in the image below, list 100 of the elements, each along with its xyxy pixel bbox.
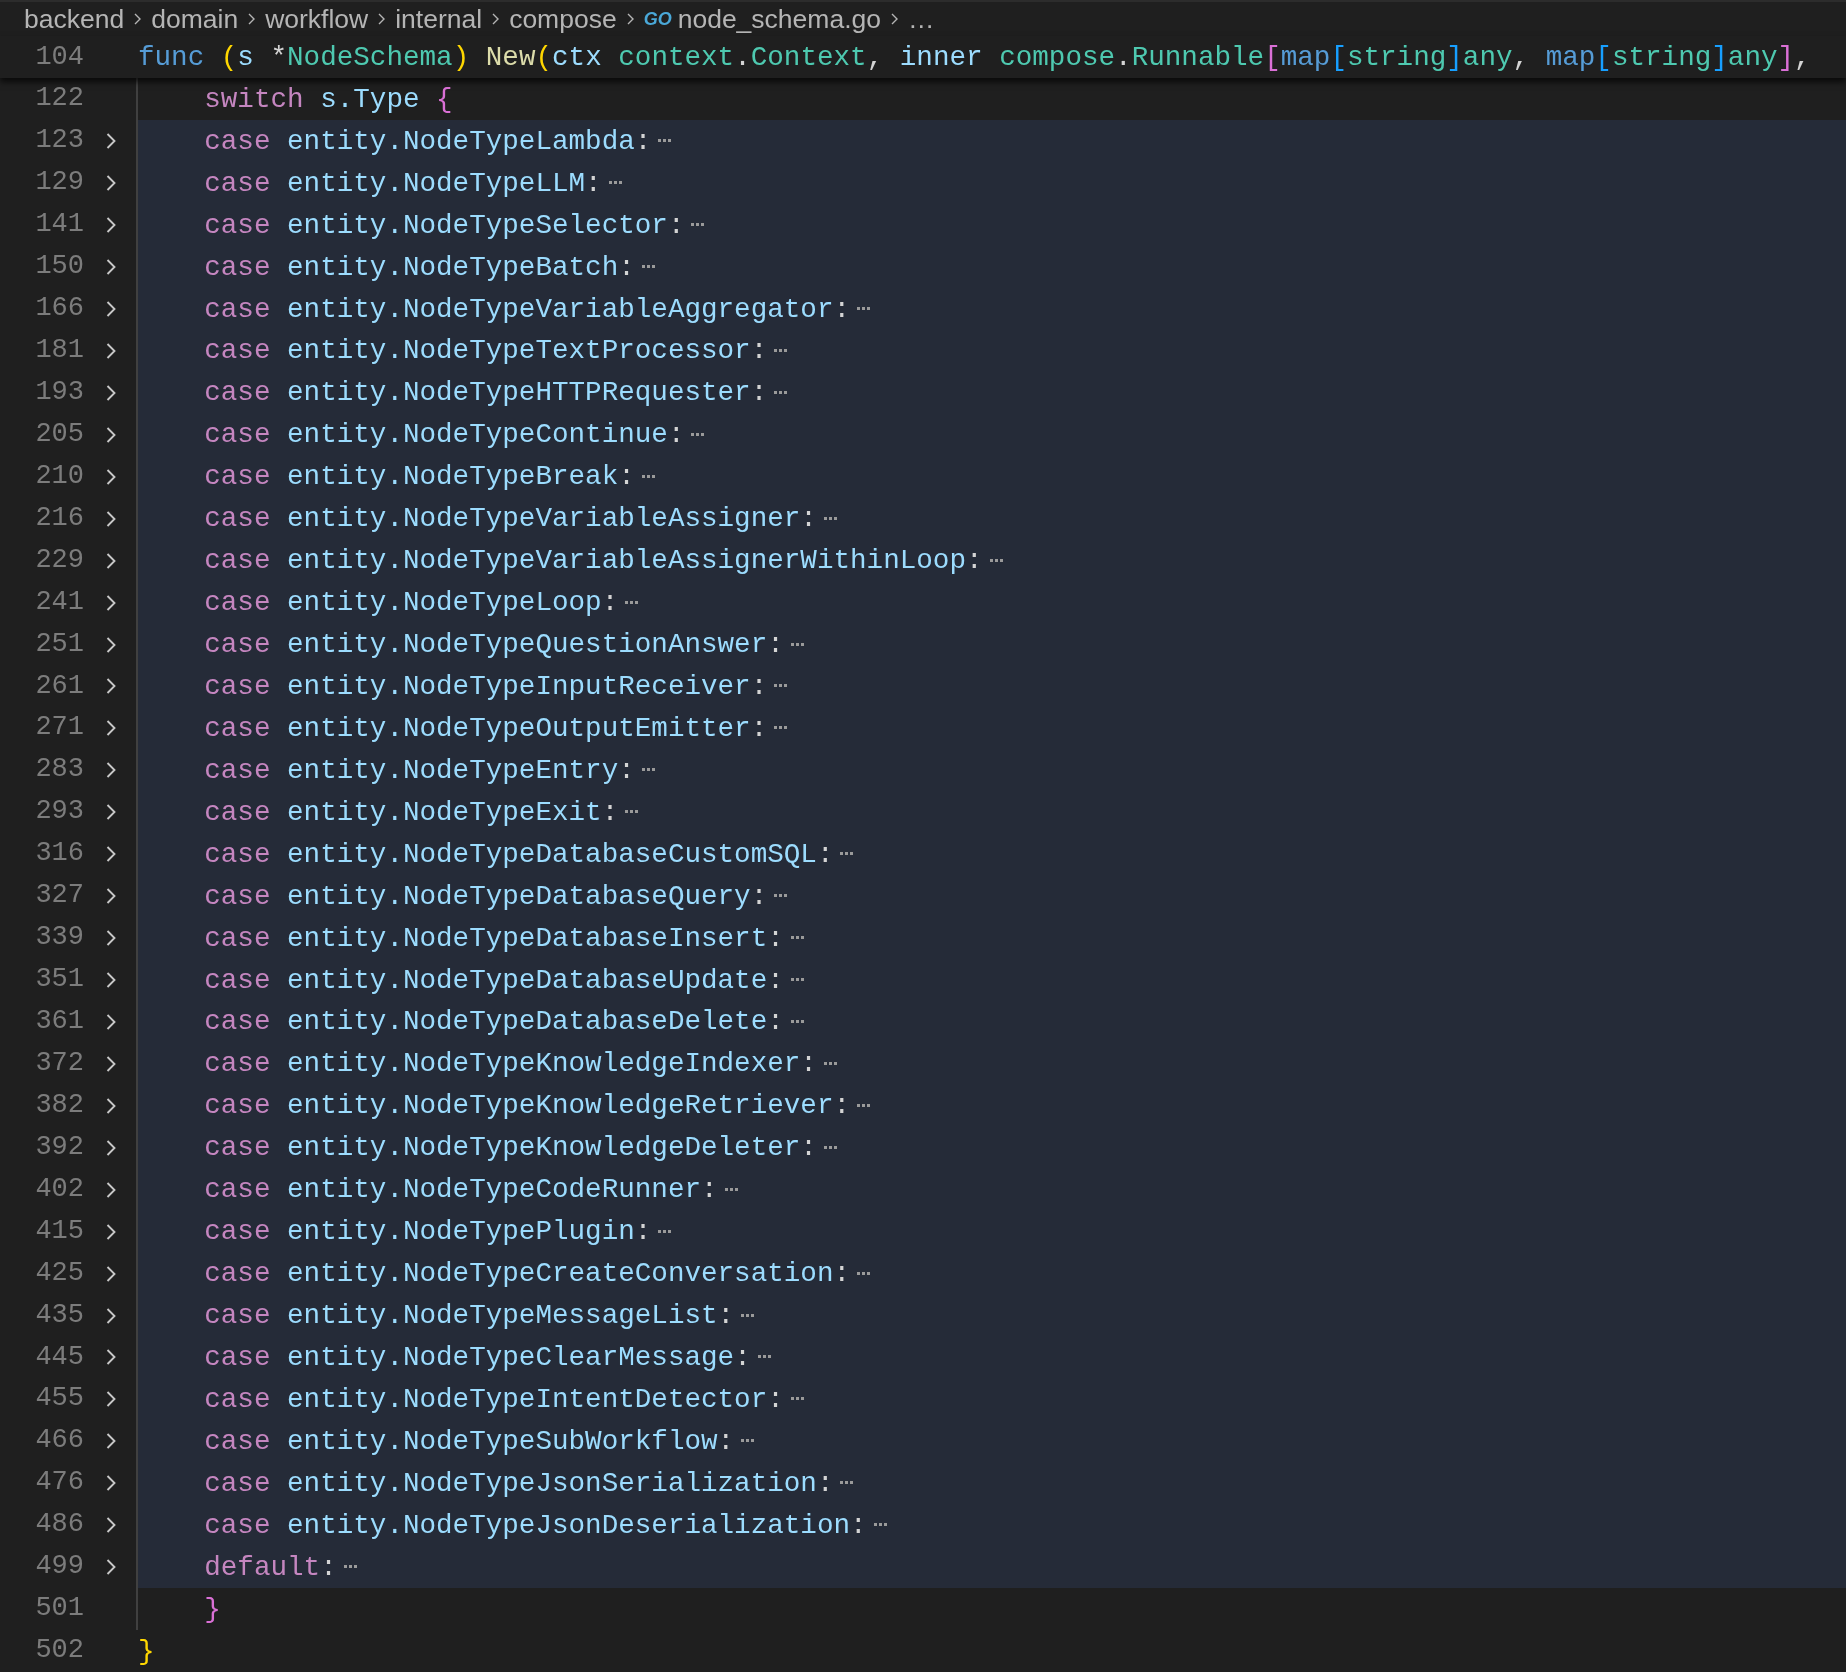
code-line: case entity.NodeTypeTextProcessor: <box>203 335 768 367</box>
line-number: 210 <box>34 459 84 493</box>
code-line: case entity.NodeTypeDatabaseQuery: <box>203 880 768 912</box>
breadcrumb-item[interactable]: node_schema.go <box>677 3 881 35</box>
line-number: 316 <box>34 837 84 871</box>
code-line: case entity.NodeTypeKnowledgeIndexer: <box>203 1048 817 1080</box>
code-line: switch s.Type { <box>203 83 453 115</box>
chevron-icon <box>889 12 900 27</box>
folded-ellipsis-icon <box>822 1143 839 1152</box>
code-line: } <box>203 1593 221 1625</box>
code-line: case entity.NodeTypePlugin: <box>203 1216 652 1248</box>
breadcrumb-item[interactable]: workflow <box>265 3 369 35</box>
line-number: 181 <box>34 334 84 367</box>
folded-ellipsis-icon <box>624 598 641 607</box>
code-line: case entity.NodeTypeClearMessage: <box>203 1341 751 1373</box>
line-number: 122 <box>34 82 84 116</box>
code-line: case entity.NodeTypeDatabaseUpdate: <box>203 964 784 996</box>
line-number: 351 <box>34 963 84 997</box>
code-line: case entity.NodeTypeQuestionAnswer: <box>203 629 784 661</box>
code-line: case entity.NodeTypeBreak: <box>203 461 635 493</box>
line-number: 129 <box>34 166 84 200</box>
line-number: 425 <box>34 1256 84 1290</box>
folded-ellipsis-icon <box>822 1059 839 1068</box>
line-number: 271 <box>34 711 84 745</box>
line-number: 104 <box>34 41 84 75</box>
line-number: 216 <box>34 501 84 535</box>
line-number: 193 <box>34 375 84 409</box>
line-number: 339 <box>34 921 84 955</box>
line-number: 445 <box>34 1340 84 1374</box>
code-line: case entity.NodeTypeOutputEmitter: <box>203 712 768 744</box>
folded-ellipsis-icon <box>640 472 657 481</box>
line-number: 435 <box>34 1298 84 1332</box>
code-line: func (s *NodeSchema) New(ctx context.Context, inner compose.Runnable[map[string]any, map[string]any], <box>138 41 1811 73</box>
line-number: 372 <box>34 1046 84 1080</box>
breadcrumb-item[interactable]: compose <box>509 3 617 35</box>
code-line: case entity.NodeTypeLambda: <box>203 125 652 157</box>
line-number: 150 <box>34 250 84 284</box>
line-number: 166 <box>34 292 84 326</box>
breadcrumb-item[interactable]: domain <box>151 3 239 35</box>
folded-ellipsis-icon <box>789 1017 806 1026</box>
code-line: case entity.NodeTypeExit: <box>203 796 619 828</box>
line-number: 205 <box>34 417 84 451</box>
code-line: case entity.NodeTypeCodeRunner: <box>203 1174 718 1206</box>
folded-ellipsis-icon <box>740 1311 757 1320</box>
code-line: case entity.NodeTypeMessageList: <box>203 1300 735 1332</box>
code-line: case entity.NodeTypeDatabaseDelete: <box>203 1006 784 1038</box>
line-number: 499 <box>34 1550 84 1584</box>
code-line: case entity.NodeTypeJsonSerialization: <box>203 1467 834 1499</box>
code-line: case entity.NodeTypeSubWorkflow: <box>203 1425 735 1457</box>
go-file-icon: GO <box>643 8 672 30</box>
line-number: 261 <box>34 669 84 703</box>
more-breadcrumbs[interactable]: … <box>908 3 935 35</box>
code-line: default: <box>203 1551 337 1583</box>
line-number: 382 <box>34 1088 84 1122</box>
folded-ellipsis-icon <box>822 514 839 523</box>
line-number: 293 <box>34 795 84 829</box>
line-number: 392 <box>34 1130 84 1164</box>
code-line: case entity.NodeTypeSelector: <box>203 209 685 241</box>
code-line: case entity.NodeTypeJsonDeserialization: <box>203 1509 867 1541</box>
code-line: case entity.NodeTypeDatabaseCustomSQL: <box>203 838 834 870</box>
line-number: 283 <box>34 753 84 787</box>
code-line: case entity.NodeTypeKnowledgeDeleter: <box>203 1132 817 1164</box>
line-number: 123 <box>34 124 84 158</box>
line-number: 502 <box>34 1634 84 1668</box>
code-line: case entity.NodeTypeIntentDetector: <box>203 1383 784 1415</box>
folded-ellipsis-icon <box>988 556 1005 565</box>
line-number: 455 <box>34 1382 84 1416</box>
folded-ellipsis-icon <box>690 430 707 439</box>
folded-ellipsis-icon <box>657 1227 674 1236</box>
line-number: 501 <box>34 1592 84 1626</box>
code-line: case entity.NodeTypeKnowledgeRetriever: <box>203 1090 851 1122</box>
line-number: 486 <box>34 1508 84 1542</box>
line-number: 402 <box>34 1172 84 1206</box>
code-line: case entity.NodeTypeCreateConversation: <box>203 1258 851 1290</box>
line-number: 361 <box>34 1005 84 1038</box>
code-line: case entity.NodeTypeContinue: <box>203 419 685 451</box>
folded-ellipsis-icon <box>856 1269 873 1278</box>
breadcrumb-item[interactable]: internal <box>395 3 483 35</box>
code-line: } <box>138 1635 155 1667</box>
code-line: case entity.NodeTypeVariableAssigner: <box>203 503 817 535</box>
code-line: case entity.NodeTypeLoop: <box>203 587 619 619</box>
folded-ellipsis-icon <box>789 640 806 649</box>
folded-ellipsis-icon <box>723 1185 740 1194</box>
folded-ellipsis-icon <box>773 346 790 355</box>
breadcrumb-item[interactable]: backend <box>24 3 125 35</box>
code-line: case entity.NodeTypeInputReceiver: <box>203 670 768 702</box>
code-line: case entity.NodeTypeLLM: <box>203 167 602 199</box>
folded-ellipsis-icon <box>856 1101 873 1110</box>
code-line: case entity.NodeTypeVariableAggregator: <box>203 293 851 325</box>
line-number: 476 <box>34 1466 84 1500</box>
code-line: case entity.NodeTypeHTTPRequester: <box>203 377 768 409</box>
line-number: 241 <box>34 585 84 619</box>
line-number: 415 <box>34 1214 84 1248</box>
code-line: case entity.NodeTypeEntry: <box>203 754 635 786</box>
folded-ellipsis-icon <box>773 388 790 397</box>
code-line: case entity.NodeTypeBatch: <box>203 251 635 283</box>
line-number: 141 <box>34 208 84 242</box>
code-line: case entity.NodeTypeDatabaseInsert: <box>203 922 784 954</box>
line-number: 466 <box>34 1424 84 1458</box>
code-line: case entity.NodeTypeVariableAssignerWithinLoop: <box>203 545 983 577</box>
